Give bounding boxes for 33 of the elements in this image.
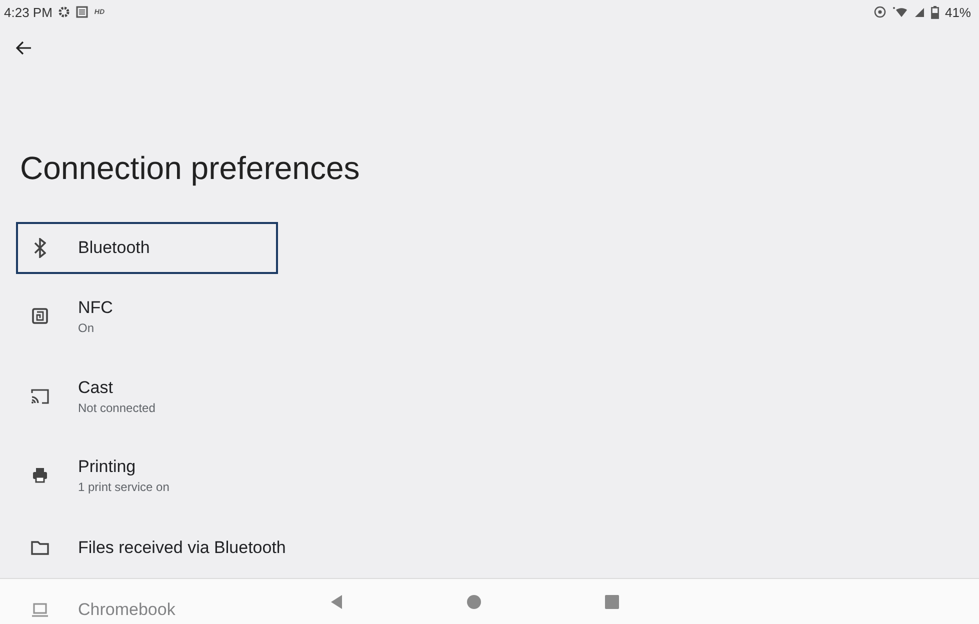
settings-item[interactable]: Chromebook <box>16 580 616 624</box>
item-title: Chromebook <box>78 600 176 620</box>
settings-item[interactable]: Files received via Bluetooth <box>16 516 616 580</box>
signal-icon <box>914 6 925 18</box>
settings-item[interactable]: Bluetooth <box>16 222 278 274</box>
item-title: Cast <box>78 378 114 398</box>
laptop-icon <box>31 603 49 617</box>
circle-icon <box>466 594 480 608</box>
item-subtitle: 1 print service on <box>78 480 170 494</box>
bluetooth-icon <box>34 238 46 258</box>
battery-icon <box>930 6 939 18</box>
nfc-icon <box>32 308 48 324</box>
triangle-icon <box>330 594 342 608</box>
back-arrow-icon <box>16 41 32 55</box>
settings-item[interactable]: Cast Not connected <box>16 358 616 434</box>
notification-icon <box>76 6 88 18</box>
item-title: Bluetooth <box>78 238 150 258</box>
square-icon <box>604 594 618 608</box>
battery-percent: 41% <box>944 4 971 20</box>
item-subtitle: On <box>78 320 96 334</box>
settings-item[interactable]: Printing 1 print service on <box>16 434 616 516</box>
printer-icon <box>32 467 48 483</box>
item-title: Files received via Bluetooth <box>78 538 286 558</box>
page-title: Connection preferences <box>20 149 361 188</box>
settings-item[interactable]: NFC On <box>16 274 616 358</box>
item-title: NFC <box>78 298 113 318</box>
target-icon <box>874 6 886 18</box>
item-title: Printing <box>78 456 137 476</box>
folder-icon <box>31 541 49 555</box>
wifi-icon <box>892 6 908 18</box>
clock-time: 4:23 PM <box>4 4 52 20</box>
cast-icon <box>31 388 49 404</box>
item-subtitle: Not connected <box>78 400 156 414</box>
